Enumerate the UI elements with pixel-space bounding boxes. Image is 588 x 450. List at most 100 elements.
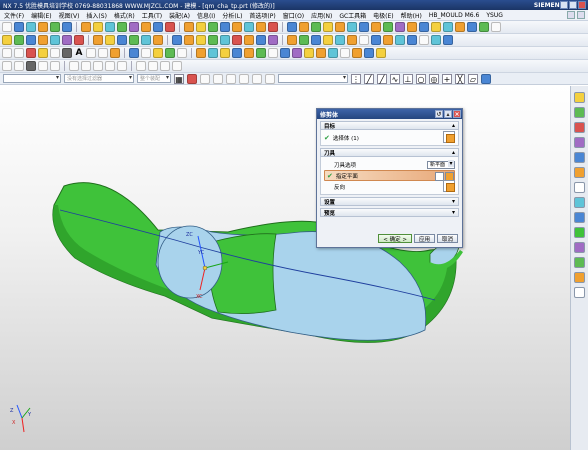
extract-icon[interactable]	[347, 22, 357, 32]
reverse-direction-button[interactable]	[443, 180, 455, 192]
settings-group-header[interactable]: 设置 ▾	[320, 197, 459, 206]
cube-view-icon[interactable]	[443, 35, 453, 45]
transform-icon[interactable]	[165, 48, 175, 58]
snap-mid-icon[interactable]: ╱	[377, 73, 387, 84]
wireframe-icon[interactable]	[479, 22, 489, 32]
mold-tool-icon[interactable]	[371, 22, 381, 32]
render-icon[interactable]	[455, 22, 465, 32]
cut-icon[interactable]	[62, 48, 72, 58]
line-icon[interactable]	[14, 35, 24, 45]
unblank-icon[interactable]	[141, 48, 151, 58]
assembly-navigator-icon[interactable]	[574, 92, 585, 103]
menu-assemblies[interactable]: 装配(A)	[169, 11, 190, 20]
menu-analysis[interactable]: 分析(L)	[222, 11, 242, 20]
layer-filter-dropdown[interactable]: 没有选择过滤器	[64, 74, 134, 83]
menu-electrode[interactable]: 电极(E)	[373, 11, 393, 20]
undo-icon[interactable]	[2, 48, 12, 58]
revolve-icon[interactable]	[50, 22, 60, 32]
graphics-window[interactable]: ZC YC XC Z Y X	[0, 86, 570, 450]
electrode-icon[interactable]	[383, 22, 393, 32]
through-curves-icon[interactable]	[172, 35, 182, 45]
filter-dropdown[interactable]	[278, 74, 348, 83]
snap-body-icon[interactable]	[481, 73, 491, 84]
refresh-icon[interactable]	[172, 61, 182, 71]
type-filter-dropdown[interactable]	[3, 74, 61, 83]
fit-icon[interactable]	[491, 22, 501, 32]
history-icon[interactable]	[574, 167, 585, 178]
join-curve-icon[interactable]	[129, 35, 139, 45]
unite-icon[interactable]	[141, 22, 151, 32]
view-top-icon[interactable]	[81, 61, 91, 71]
layer-settings-icon[interactable]	[352, 48, 362, 58]
perspective-icon[interactable]	[50, 61, 60, 71]
subtract-icon[interactable]	[153, 22, 163, 32]
wave-icon[interactable]	[359, 22, 369, 32]
snap-end-icon[interactable]: ╱	[364, 73, 374, 84]
pocket-icon[interactable]	[93, 22, 103, 32]
hole-icon[interactable]	[62, 22, 72, 32]
menu-file[interactable]: 文件(F)	[4, 11, 24, 20]
mould-navigator-icon[interactable]	[574, 272, 585, 283]
restore-view-icon[interactable]	[160, 61, 170, 71]
window-restore-icon[interactable]	[577, 11, 585, 19]
enlarge-icon[interactable]	[268, 35, 278, 45]
collapse-icon[interactable]: ▴	[444, 110, 452, 118]
web-browser-icon[interactable]	[574, 152, 585, 163]
snap-center-icon[interactable]: ○	[416, 73, 426, 84]
split-body-icon[interactable]	[244, 22, 254, 32]
select-body-button[interactable]	[443, 131, 455, 143]
offset-curve-icon[interactable]	[74, 35, 84, 45]
law-extension-icon[interactable]	[232, 35, 242, 45]
update-icon[interactable]	[280, 48, 290, 58]
menu-insert[interactable]: 插入(S)	[86, 11, 107, 20]
preview-group-header[interactable]: 预览 ▾	[320, 208, 459, 217]
scope-dropdown[interactable]: 整个装配	[137, 74, 171, 83]
circle-icon[interactable]	[38, 35, 48, 45]
menu-edit[interactable]: 编辑(E)	[31, 11, 51, 20]
reorder-icon[interactable]	[256, 48, 266, 58]
bounded-plane-icon[interactable]	[244, 35, 254, 45]
intersect-icon[interactable]	[165, 22, 175, 32]
view-right-icon[interactable]	[93, 61, 103, 71]
snap-control-icon[interactable]: ⊥	[403, 73, 413, 84]
rotate-icon[interactable]	[38, 61, 48, 71]
attribute-icon[interactable]	[304, 48, 314, 58]
reuse-library-icon[interactable]	[574, 137, 585, 148]
x-form-icon[interactable]	[323, 35, 333, 45]
dialog-title-bar[interactable]: 修剪体 ↺ ▴ ×	[317, 109, 462, 119]
chamfer-icon[interactable]	[196, 22, 206, 32]
edit-feature-icon[interactable]	[196, 48, 206, 58]
view-front-icon[interactable]	[69, 61, 79, 71]
trim-body-icon[interactable]	[232, 22, 242, 32]
select-body-icon[interactable]	[239, 73, 249, 84]
minimize-icon[interactable]	[560, 1, 568, 9]
expression-icon[interactable]	[292, 48, 302, 58]
copy-to-layer-icon[interactable]	[376, 48, 386, 58]
text-icon[interactable]	[153, 35, 163, 45]
snap-icon[interactable]	[328, 48, 338, 58]
spline-icon[interactable]	[50, 35, 60, 45]
palette-icon[interactable]	[574, 257, 585, 268]
maximize-icon[interactable]	[569, 1, 577, 9]
thicken-icon[interactable]	[335, 22, 345, 32]
apply-button[interactable]: 应用	[413, 234, 435, 243]
cube-white-icon[interactable]	[419, 35, 429, 45]
show-hide-icon[interactable]	[153, 48, 163, 58]
specify-plane-row[interactable]: ✔ 指定平面	[324, 170, 455, 181]
view-trimetric-icon[interactable]	[117, 61, 127, 71]
point-icon[interactable]	[62, 35, 72, 45]
pad-icon[interactable]	[105, 22, 115, 32]
select-curve-icon[interactable]	[252, 73, 262, 84]
menu-application[interactable]: 应用(N)	[311, 11, 332, 20]
snap-intersect-icon[interactable]: ╳	[455, 73, 465, 84]
select-point-icon[interactable]	[265, 73, 275, 84]
orient-icon[interactable]	[2, 61, 12, 71]
snap-point-icon[interactable]: +	[442, 73, 452, 84]
text-tool-icon[interactable]: A	[74, 48, 84, 58]
tool-group-header[interactable]: 刀具 ▴	[320, 148, 459, 157]
pan-icon[interactable]	[26, 61, 36, 71]
sketch-icon[interactable]	[2, 35, 12, 45]
view-iso-icon[interactable]	[105, 61, 115, 71]
constraint-navigator-icon[interactable]	[574, 107, 585, 118]
groove-icon[interactable]	[117, 22, 127, 32]
